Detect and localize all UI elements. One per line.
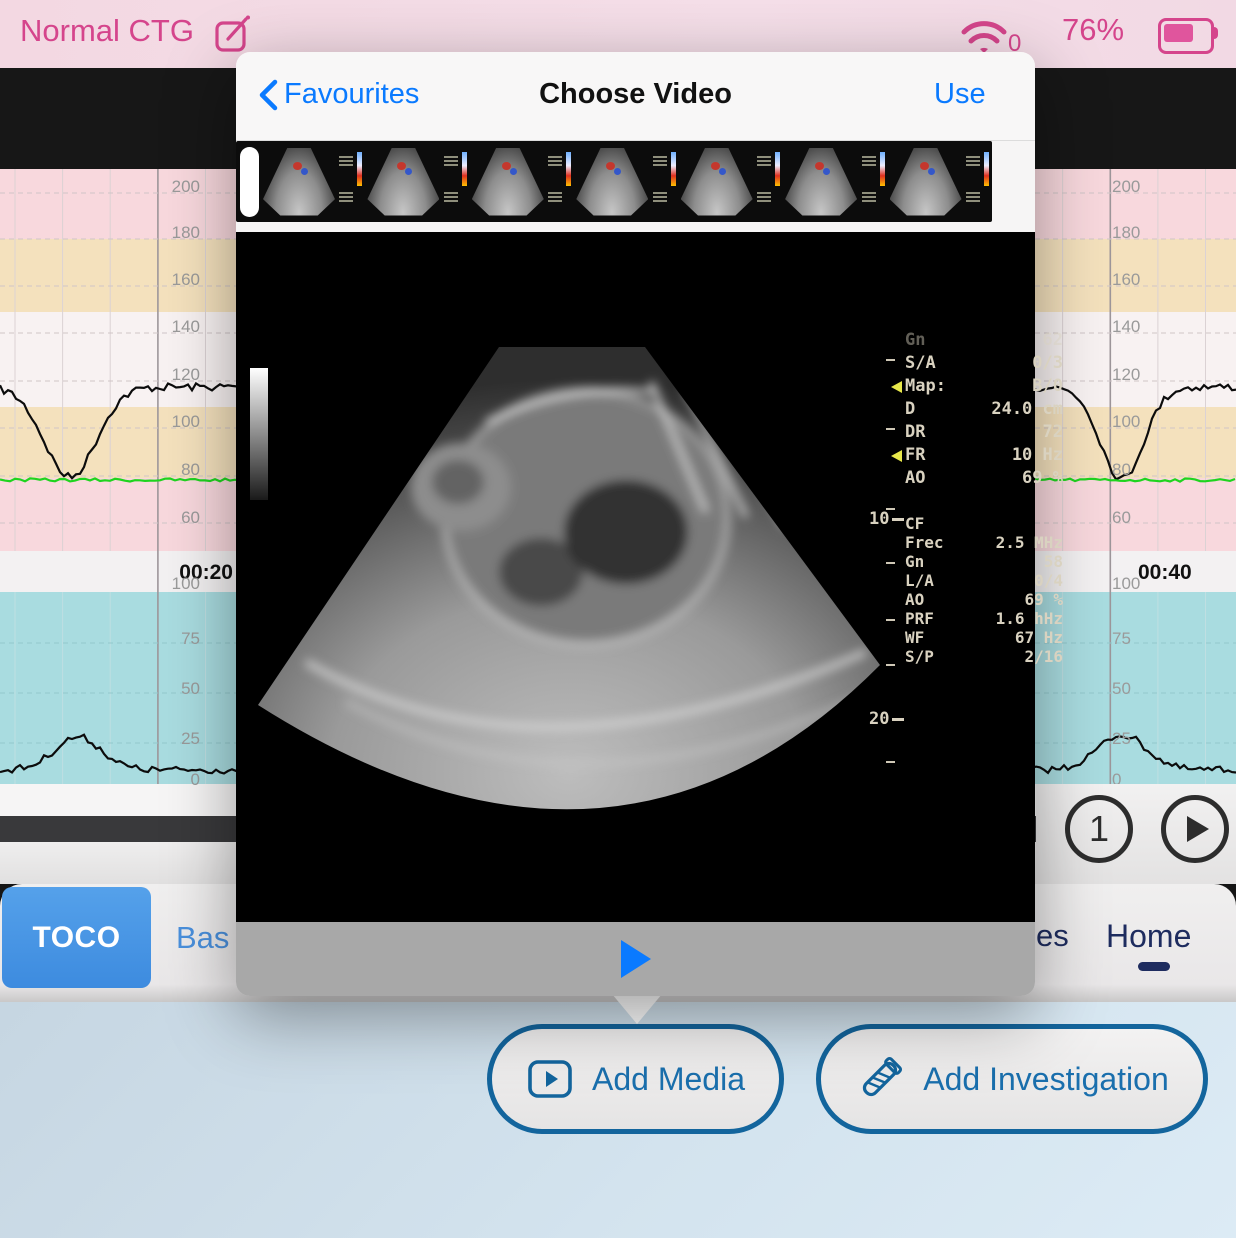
play-video-button[interactable] <box>621 940 651 978</box>
fhr-axis-label: 100 <box>1112 412 1152 432</box>
segment-baseline-label: Bas <box>176 920 229 955</box>
segment-toco-label: TOCO <box>32 921 120 955</box>
add-media-label: Add Media <box>592 1061 745 1098</box>
wifi-icon <box>958 14 1010 56</box>
toco-axis-label: 0 <box>160 770 200 790</box>
video-count-button[interactable]: 1 <box>1065 795 1133 863</box>
edit-icon[interactable] <box>214 14 256 54</box>
video-thumbnail[interactable] <box>888 146 992 218</box>
choose-video-modal: Favourites Choose Video Use <box>236 52 1035 996</box>
tab-home-label: Home <box>1106 918 1191 954</box>
tab-partial[interactable]: es <box>1036 918 1069 954</box>
tab-home[interactable]: Home <box>1106 918 1191 955</box>
fhr-axis-label: 140 <box>160 317 200 337</box>
video-count-label: 1 <box>1089 808 1109 850</box>
toco-axis-label: 25 <box>160 729 200 749</box>
fhr-axis-label: 200 <box>160 177 200 197</box>
filmstrip-scrubber[interactable] <box>240 147 259 217</box>
fhr-axis-label: 160 <box>1112 270 1152 290</box>
video-thumbnail[interactable] <box>261 146 365 218</box>
doppler-scale-icon <box>880 152 885 186</box>
fhr-axis-label: 80 <box>160 460 200 480</box>
fhr-axis-label: 100 <box>160 412 200 432</box>
ultrasound-params-bottom: CF Frec2.5 MHz Gn58 L/A0/4 AO69 % PRF1.6… <box>905 514 1063 666</box>
fhr-axis-label: 180 <box>160 223 200 243</box>
add-investigation-button[interactable]: Add Investigation <box>816 1024 1208 1134</box>
doppler-scale-icon <box>671 152 676 186</box>
depth-marker-10: 10 <box>869 509 904 529</box>
toco-axis-label: 50 <box>1112 679 1152 699</box>
media-icon <box>526 1058 574 1100</box>
doppler-scale-icon <box>462 152 467 186</box>
param-marker-icon <box>891 381 902 393</box>
app-root: 200 180 160 140 120 100 80 60 200 180 16… <box>0 0 1236 1238</box>
video-thumbnail[interactable] <box>365 146 469 218</box>
param-marker-icon <box>891 450 902 462</box>
popover-arrow <box>612 994 662 1024</box>
tab-home-indicator <box>1138 962 1170 971</box>
fhr-axis-label: 120 <box>160 365 200 385</box>
toco-axis-label: 75 <box>160 629 200 649</box>
video-preview[interactable]: Gn62 S/A0/3 Map:B/0 D24.0 cm DR72 FR10 H… <box>236 232 1035 922</box>
fhr-axis-label: 80 <box>1112 460 1152 480</box>
segment-toco[interactable]: TOCO <box>2 887 151 988</box>
toco-axis-label: 25 <box>1112 729 1152 749</box>
doppler-scale-icon <box>357 152 362 186</box>
battery-cap <box>1213 27 1218 39</box>
fhr-axis-label: 180 <box>1112 223 1152 243</box>
tab-partial-label: es <box>1036 918 1069 953</box>
doppler-scale-icon <box>566 152 571 186</box>
use-button[interactable]: Use <box>934 78 986 111</box>
fhr-axis-label: 200 <box>1112 177 1152 197</box>
test-tube-icon <box>855 1054 905 1104</box>
modal-title: Choose Video <box>236 78 1035 111</box>
filmstrip <box>236 141 992 222</box>
fhr-axis-label: 140 <box>1112 317 1152 337</box>
toco-axis-label: 75 <box>1112 629 1152 649</box>
toco-axis-label: 100 <box>1112 574 1152 594</box>
battery-percent: 76% <box>1062 12 1124 48</box>
fhr-axis-label: 160 <box>160 270 200 290</box>
video-thumbnail[interactable] <box>574 146 678 218</box>
play-chart-button[interactable] <box>1161 795 1229 863</box>
toco-axis-label: 50 <box>160 679 200 699</box>
video-thumbnail[interactable] <box>470 146 574 218</box>
doppler-scale-icon <box>775 152 780 186</box>
fhr-axis-label: 60 <box>1112 508 1152 528</box>
doppler-scale-icon <box>984 152 989 186</box>
fhr-axis-label: 60 <box>160 508 200 528</box>
video-thumbnail[interactable] <box>679 146 783 218</box>
depth-marker-20: 20 <box>869 709 904 729</box>
toco-axis-label: 100 <box>160 574 200 594</box>
video-thumbnail[interactable] <box>783 146 887 218</box>
fhr-axis-label: 120 <box>1112 365 1152 385</box>
recording-title: Normal CTG <box>20 13 194 49</box>
filmstrip-band <box>236 141 1035 232</box>
video-player-bar <box>236 922 1035 996</box>
add-investigation-label: Add Investigation <box>923 1061 1169 1098</box>
play-icon <box>1187 816 1209 842</box>
ultrasound-params-top: Gn62 S/A0/3 Map:B/0 D24.0 cm DR72 FR10 H… <box>905 329 1063 490</box>
segment-baseline[interactable]: Bas <box>176 920 229 956</box>
add-media-button[interactable]: Add Media <box>487 1024 784 1134</box>
battery-icon <box>1158 18 1214 54</box>
